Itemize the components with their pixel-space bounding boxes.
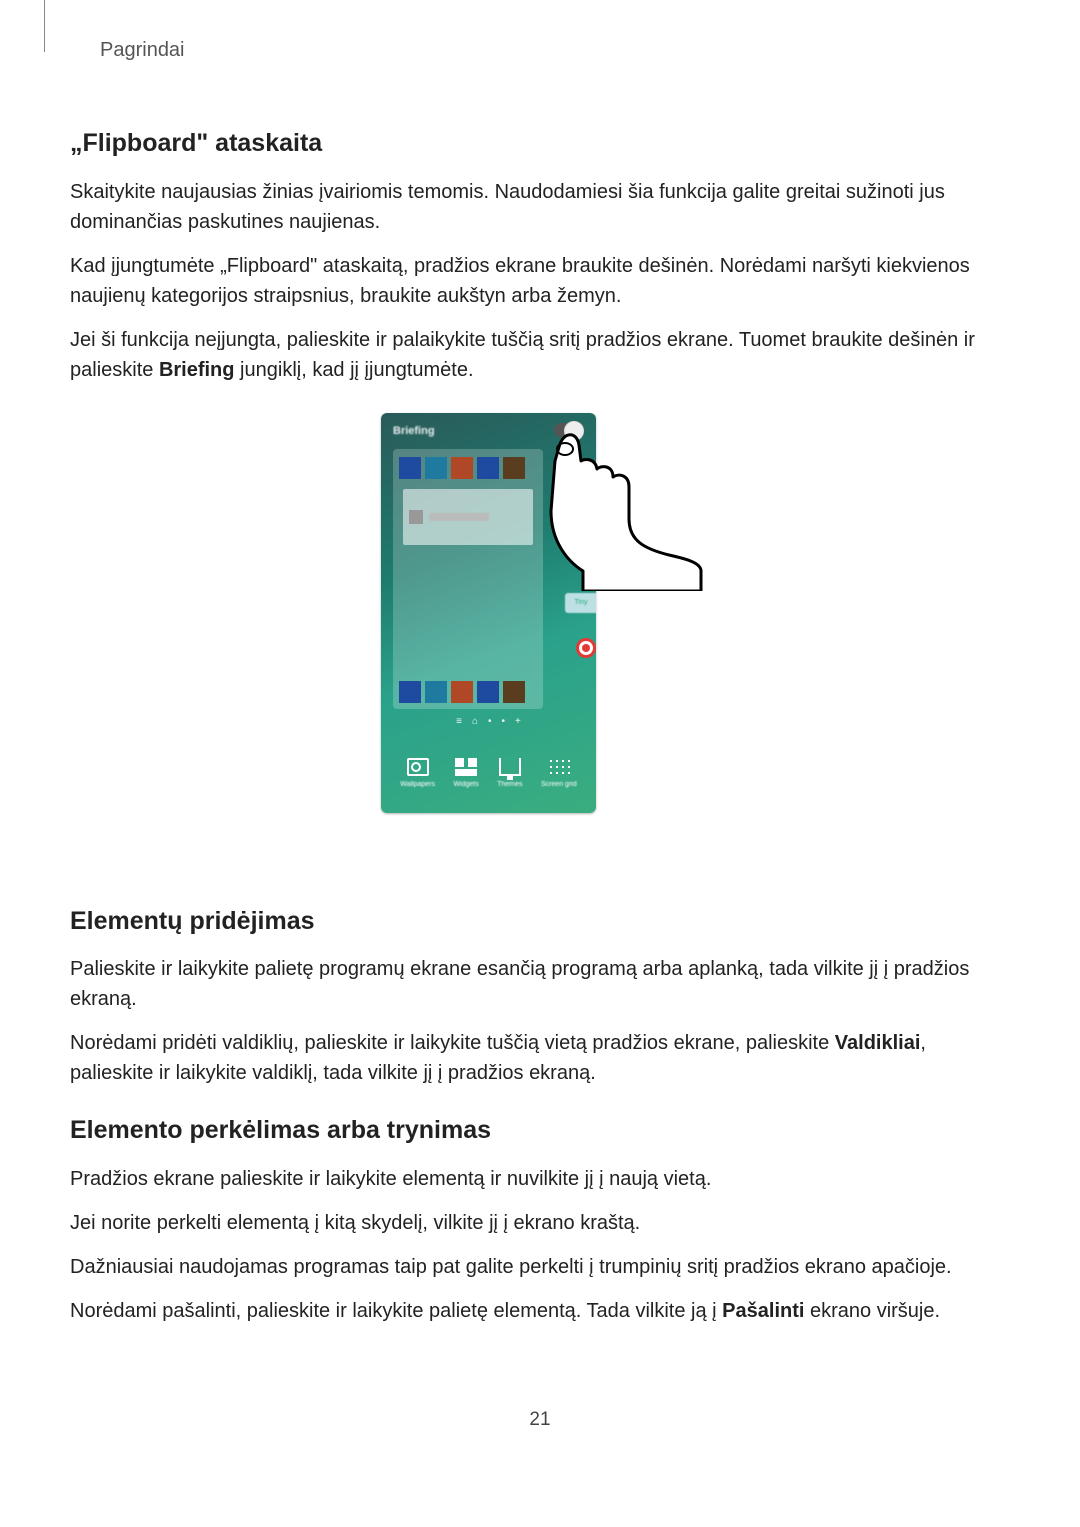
- text: jungiklį, kad jį įjungtumėte.: [235, 359, 474, 381]
- indicator-home-icon: ⌂: [472, 714, 478, 729]
- widgets-icon: Widgets: [453, 758, 478, 791]
- phone-figure: Briefing: [381, 413, 699, 843]
- heading-add-elements: Elementų pridėjimas: [70, 903, 1010, 941]
- heading-move-delete: Elemento perkėlimas arba trynimas: [70, 1112, 1010, 1150]
- briefing-card: [403, 489, 533, 545]
- wallpapers-icon: Wallpapers: [400, 758, 435, 791]
- side-power-icon: [576, 638, 596, 658]
- hand-pointer-illustration: [523, 391, 703, 591]
- paragraph: Palieskite ir laikykite palietę programų…: [70, 954, 1010, 1014]
- paragraph: Kad įjungtumėte „Flipboard" ataskaitą, p…: [70, 251, 1010, 311]
- flipboard-icon: [409, 510, 423, 524]
- text: Norėdami pridėti valdiklių, palieskite i…: [70, 1032, 835, 1054]
- figure-container: Briefing: [70, 413, 1010, 843]
- screen-grid-icon: Screen grid: [541, 758, 577, 791]
- page-number: 21: [70, 1406, 1010, 1435]
- heading-flipboard: „Flipboard" ataskaita: [70, 125, 1010, 163]
- paragraph: Jei norite perkelti elementą į kitą skyd…: [70, 1208, 1010, 1238]
- paragraph: Skaitykite naujausias žinias įvairiomis …: [70, 177, 1010, 237]
- indicator-dot: •: [502, 714, 506, 729]
- indicator-dot: •: [488, 714, 492, 729]
- bold-term-briefing: Briefing: [159, 359, 235, 381]
- bold-term-pasalinti: Pašalinti: [722, 1300, 804, 1322]
- side-tab: Tiny: [565, 593, 596, 613]
- paragraph: Norėdami pridėti valdiklių, palieskite i…: [70, 1028, 1010, 1088]
- home-options-row: Wallpapers Widgets Themes Screen grid: [381, 758, 596, 791]
- paragraph: Norėdami pašalinti, palieskite ir laikyk…: [70, 1296, 1010, 1326]
- page-spine-mark: [44, 0, 45, 52]
- paragraph: Pradžios ekrane palieskite ir laikykite …: [70, 1164, 1010, 1194]
- section-header: Pagrindai: [100, 35, 1010, 65]
- page-indicator-row: ≡ ⌂ • • +: [381, 714, 596, 729]
- text: ekrano viršuje.: [804, 1300, 940, 1322]
- briefing-text-blur: [429, 513, 489, 521]
- text: Norėdami pašalinti, palieskite ir laikyk…: [70, 1300, 722, 1322]
- themes-icon: Themes: [497, 758, 522, 791]
- home-preview-panel: [393, 449, 543, 709]
- indicator-plus-icon: +: [515, 714, 521, 729]
- paragraph: Dažniausiai naudojamas programas taip pa…: [70, 1252, 1010, 1282]
- paragraph: Jei ši funkcija neįjungta, palieskite ir…: [70, 325, 1010, 385]
- bold-term-valdikliai: Valdikliai: [835, 1032, 921, 1054]
- indicator-icon: ≡: [456, 714, 462, 729]
